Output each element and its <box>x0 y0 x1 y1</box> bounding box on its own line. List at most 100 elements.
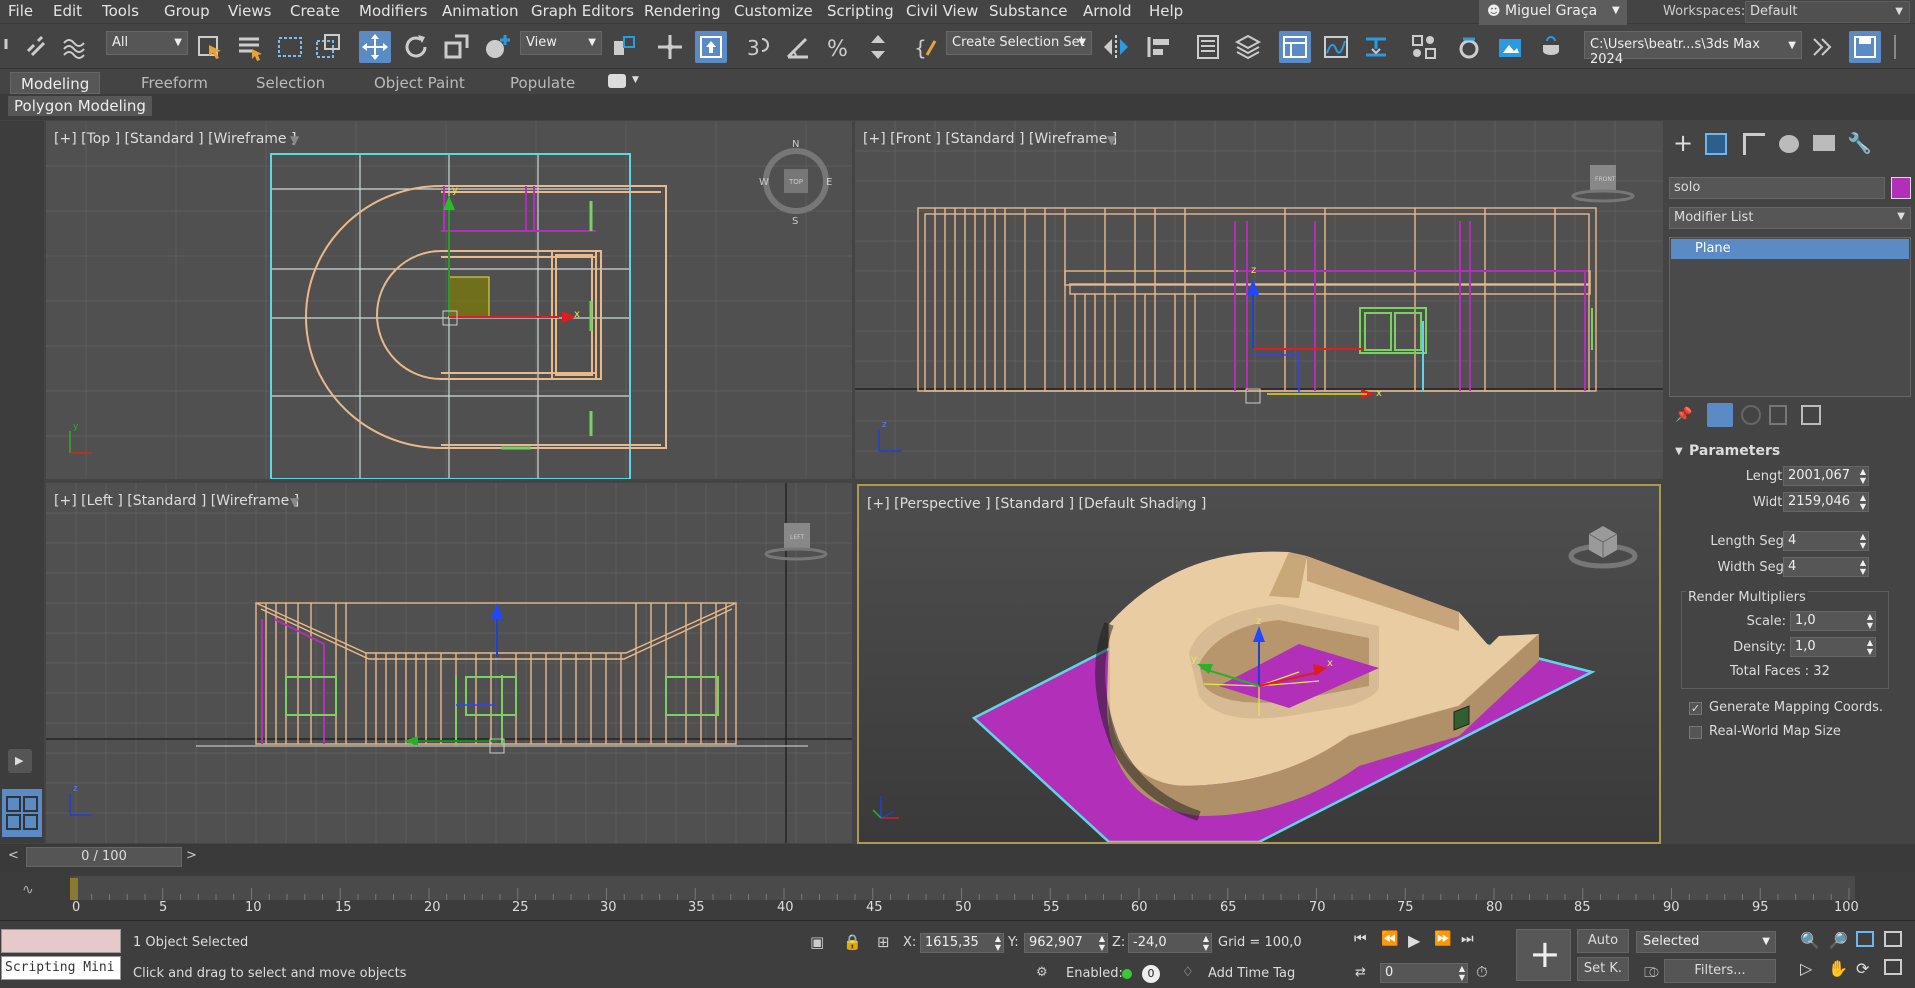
spinner-arrows-icon[interactable]: ▲ ▼ <box>1860 532 1866 550</box>
snaps-toggle-icon[interactable]: 3 <box>742 31 774 63</box>
viewport-filter-icon[interactable]: ▼ <box>1175 498 1184 512</box>
set-key-mode-button[interactable]: Set K. <box>1577 957 1629 981</box>
scale-icon[interactable] <box>441 31 473 63</box>
add-time-tag[interactable]: Add Time Tag <box>1208 966 1295 981</box>
rollout-collapse-icon[interactable]: ▼ <box>1675 446 1683 457</box>
zoom-all-icon[interactable]: 🔎 <box>1828 931 1848 950</box>
render-setup-icon[interactable] <box>1453 31 1485 63</box>
toggle-layers-icon[interactable] <box>1232 31 1264 63</box>
percent-snap-icon[interactable]: % <box>822 31 854 63</box>
viewport-perspective[interactable]: z y x [+] [Perspective ] [Standard ] [De… <box>857 484 1661 844</box>
pin-stack-icon[interactable]: 📌 <box>1675 407 1692 423</box>
expand-panel-button[interactable]: ▶ <box>8 749 32 773</box>
schematic-view-icon[interactable] <box>1360 31 1392 63</box>
generate-mapping-checkbox[interactable]: ✓ <box>1689 702 1702 715</box>
menu-scripting[interactable]: Scripting <box>827 2 894 20</box>
menu-customize[interactable]: Customize <box>734 2 813 20</box>
spinner-arrows-icon[interactable]: ▲ ▼ <box>995 934 1001 952</box>
key-filters-icon[interactable]: ⎄ <box>1644 965 1659 981</box>
width-segs-spinner[interactable]: 4 ▲ ▼ <box>1783 557 1869 577</box>
show-end-result-icon[interactable] <box>1707 403 1733 427</box>
make-unique-icon[interactable] <box>1741 405 1761 425</box>
menu-substance[interactable]: Substance <box>989 2 1067 20</box>
hierarchy-tab-icon[interactable] <box>1743 133 1765 155</box>
select-object-icon[interactable] <box>194 31 226 63</box>
zoom-icon[interactable]: 🔍 <box>1800 931 1820 950</box>
configure-modifier-sets-icon[interactable] <box>1801 405 1821 425</box>
key-mode-toggle-icon[interactable]: ⇄ <box>1355 965 1366 980</box>
object-name-field[interactable]: solo <box>1669 177 1885 199</box>
bind-spacewarp-icon[interactable] <box>58 31 90 63</box>
move-icon[interactable] <box>359 31 391 63</box>
render-production-icon[interactable] <box>1535 31 1567 63</box>
menu-civil-view[interactable]: Civil View <box>906 2 978 20</box>
stack-item-plane[interactable]: Plane <box>1671 239 1909 259</box>
menu-edit[interactable]: Edit <box>53 2 82 20</box>
spinner-arrows-icon[interactable]: ▲ ▼ <box>1203 934 1209 952</box>
menu-graph-editors[interactable]: Graph Editors <box>531 2 634 20</box>
save-icon[interactable] <box>1849 31 1881 63</box>
pan-icon[interactable]: ✋ <box>1828 959 1848 978</box>
menu-tools[interactable]: Tools <box>102 2 139 20</box>
modifier-list-dropdown[interactable]: Modifier List ▼ <box>1669 207 1911 229</box>
y-coord-field[interactable]: 962,907 ▲ ▼ <box>1024 933 1108 953</box>
spinner-arrows-icon[interactable]: ▲ ▼ <box>1860 493 1866 511</box>
remove-modifier-icon[interactable] <box>1769 405 1787 425</box>
place-icon[interactable] <box>481 31 513 63</box>
key-filter-selection-dropdown[interactable]: Selected ▼ <box>1636 931 1776 953</box>
time-slider[interactable]: 0 / 100 <box>26 847 182 867</box>
tab-freeform[interactable]: Freeform <box>131 72 218 94</box>
viewport-label-perspective[interactable]: [+] [Perspective ] [Standard ] [Default … <box>867 496 1206 512</box>
next-frame-icon[interactable]: ⏩ <box>1434 931 1451 947</box>
select-manipulate-icon[interactable] <box>654 31 686 63</box>
menu-arnold[interactable]: Arnold <box>1083 2 1132 20</box>
menu-file[interactable]: File <box>8 2 33 20</box>
key-filters-button[interactable]: Filters... <box>1664 959 1776 983</box>
tab-object-paint[interactable]: Object Paint <box>364 72 475 94</box>
tab-modeling[interactable]: Modeling <box>10 72 101 94</box>
polygon-modeling-panel[interactable]: Polygon Modeling <box>8 96 152 116</box>
ribbon-options-icon[interactable] <box>608 74 626 88</box>
x-coord-field[interactable]: 1615,35 ▲ ▼ <box>920 933 1004 953</box>
spinner-arrows-icon[interactable]: ▲ ▼ <box>1867 638 1873 656</box>
spinner-snap-icon[interactable] <box>862 31 894 63</box>
width-spinner[interactable]: 2159,046 ▲ ▼ <box>1783 492 1869 512</box>
link-icon[interactable] <box>20 31 52 63</box>
track-bar[interactable]: ∿ 0 5 10 15 20 25 30 35 40 45 50 55 60 6… <box>0 872 1915 920</box>
parameters-title[interactable]: Parameters <box>1689 443 1780 459</box>
current-frame-field[interactable]: 0 ▲ ▼ <box>1380 963 1468 983</box>
edit-named-selection-icon[interactable]: { <box>911 31 943 63</box>
utilities-tab-icon[interactable]: 🔧 <box>1847 131 1872 155</box>
set-key-button[interactable]: + <box>1516 929 1571 981</box>
next-frame-icon[interactable]: > <box>186 848 197 863</box>
more-tools-icon[interactable] <box>1806 31 1838 63</box>
angle-snap-icon[interactable] <box>782 31 814 63</box>
enabled-status-icon[interactable] <box>1122 969 1132 979</box>
viewport-filter-icon[interactable]: ▼ <box>290 133 299 147</box>
rotate-icon[interactable] <box>400 31 432 63</box>
auto-key-button[interactable]: Auto <box>1577 929 1629 953</box>
field-of-view-icon[interactable]: ▷ <box>1800 959 1812 978</box>
selection-lock-icon[interactable]: 🔒 <box>843 933 862 951</box>
absolute-mode-icon[interactable]: ⊞ <box>877 933 890 951</box>
object-color-swatch[interactable] <box>1891 177 1911 199</box>
material-editor-icon[interactable] <box>1408 31 1440 63</box>
go-to-end-icon[interactable]: ⏭ <box>1461 931 1474 947</box>
density-spinner[interactable]: 1,0 ▲ ▼ <box>1790 637 1876 657</box>
prev-frame-icon[interactable]: < <box>8 848 19 863</box>
selection-set-dropdown[interactable]: Create Selection Set ▼ <box>946 31 1092 55</box>
viewport-label-front[interactable]: [+] [Front ] [Standard ] [Wireframe ] <box>863 131 1117 147</box>
menu-rendering[interactable]: Rendering <box>644 2 721 20</box>
reference-coord-dropdown[interactable]: View ▼ <box>520 31 602 55</box>
menu-animation[interactable]: Animation <box>442 2 518 20</box>
viewport-filter-icon[interactable]: ▼ <box>290 495 299 509</box>
workspaces-dropdown[interactable]: Default ▼ <box>1745 1 1910 23</box>
viewport-left[interactable]: z LEFT [+] [Left ] [Standard ] [Wirefram… <box>46 483 852 843</box>
spinner-arrows-icon[interactable]: ▲ ▼ <box>1860 558 1866 576</box>
time-tag-icon[interactable]: ⚙ <box>1036 965 1048 980</box>
menu-create[interactable]: Create <box>290 2 340 20</box>
tab-populate[interactable]: Populate <box>500 72 585 94</box>
maximize-viewport-icon[interactable] <box>1884 959 1902 975</box>
tag-icon[interactable]: ♢ <box>1182 965 1194 980</box>
curve-editor-icon[interactable] <box>1320 31 1352 63</box>
